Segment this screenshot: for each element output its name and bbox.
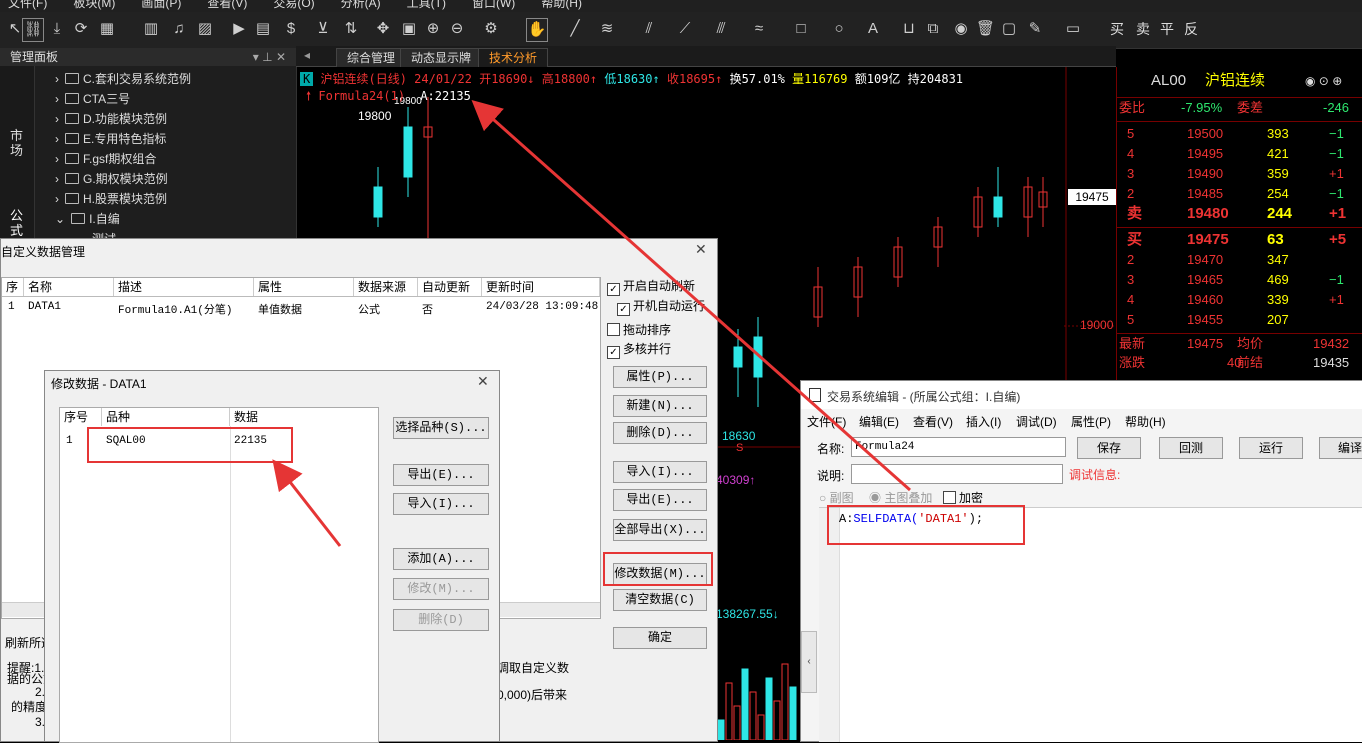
arrow-to-formula	[471, 100, 911, 492]
annotation-arrows	[272, 100, 911, 547]
arrow-to-data	[272, 459, 342, 547]
